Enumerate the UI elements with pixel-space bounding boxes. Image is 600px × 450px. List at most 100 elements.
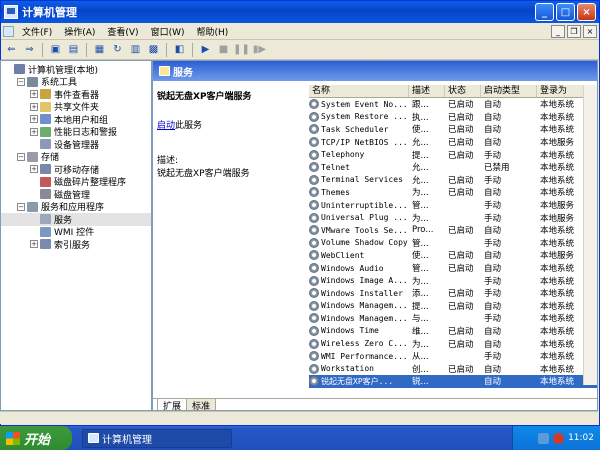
tree-node-icon bbox=[40, 239, 51, 250]
service-row[interactable]: Workstation 创... 已启动 自动 本地系统 bbox=[309, 362, 597, 375]
menu-help[interactable]: 帮助(H) bbox=[191, 25, 235, 38]
expand-toggle-icon[interactable]: − bbox=[17, 77, 25, 86]
tree-node[interactable]: 服务 bbox=[1, 213, 151, 226]
expand-toggle-icon[interactable]: + bbox=[30, 240, 38, 249]
taskbar-item-computer-management[interactable]: 计算机管理 bbox=[82, 428, 232, 448]
service-row[interactable]: TCP/IP NetBIOS ... 允... 已启动 自动 本地服务 bbox=[309, 136, 597, 149]
service-row[interactable]: Volume Shadow Copy 管... 手动 本地系统 bbox=[309, 237, 597, 250]
service-description: 使... bbox=[412, 251, 429, 262]
column-startup-type[interactable]: 启动类型 bbox=[481, 85, 537, 97]
help-icon[interactable]: ▩ bbox=[146, 43, 161, 57]
service-row[interactable]: Windows Installer 添... 已启动 手动 本地系统 bbox=[309, 287, 597, 300]
export-icon[interactable]: ▥ bbox=[128, 43, 143, 57]
tree-node[interactable]: − 服务和应用程序 bbox=[1, 201, 151, 213]
stop-service-icon[interactable]: ■ bbox=[216, 43, 231, 57]
service-name-cell: Uninterruptible... bbox=[309, 200, 409, 211]
properties-icon[interactable]: ▦ bbox=[92, 43, 107, 57]
service-row[interactable]: 锐起无盘XP客户... 锐... 自动 本地系统 bbox=[309, 375, 597, 388]
help-topics-icon[interactable]: ◧ bbox=[172, 43, 187, 57]
service-logon: 本地系统 bbox=[540, 352, 575, 363]
tree-node[interactable]: 计算机管理(本地) bbox=[1, 63, 151, 76]
title-bar[interactable]: 计算机管理 _ □ × bbox=[1, 1, 599, 23]
start-service-link[interactable]: 启动 bbox=[157, 121, 175, 131]
service-row[interactable]: Telephony 提... 已启动 手动 本地系统 bbox=[309, 148, 597, 161]
tree-node[interactable]: 磁盘碎片整理程序 bbox=[1, 176, 151, 188]
mdi-close-button[interactable]: × bbox=[583, 24, 597, 38]
tree-node[interactable]: + 索引服务 bbox=[1, 238, 151, 251]
service-row[interactable]: Task Scheduler 使... 已启动 自动 本地系统 bbox=[309, 123, 597, 136]
service-row[interactable]: Windows Managem... 提... 已启动 自动 本地系统 bbox=[309, 300, 597, 313]
expand-toggle-icon[interactable]: − bbox=[17, 202, 25, 211]
tree-node[interactable]: 设备管理器 bbox=[1, 138, 151, 151]
pause-service-icon[interactable]: ❚❚ bbox=[233, 43, 250, 57]
service-row[interactable]: System Event No... 跟... 已启动 自动 本地系统 bbox=[309, 98, 597, 111]
tab-extended[interactable]: 扩展 bbox=[157, 399, 188, 410]
mdi-controls: _ ❐ × bbox=[551, 24, 599, 38]
service-row[interactable]: Telnet 允... 已禁用 本地系统 bbox=[309, 161, 597, 174]
service-row[interactable]: Uninterruptible... 管... 手动 本地服务 bbox=[309, 199, 597, 212]
service-name-cell: Task Scheduler bbox=[309, 124, 409, 135]
tree-node[interactable]: − 系统工具 bbox=[1, 76, 151, 88]
toolbar-separator bbox=[192, 42, 193, 57]
show-tree-icon[interactable]: ▤ bbox=[66, 43, 81, 57]
console-tree: 计算机管理(本地) − 系统工具 + 事件查看器 + 共享文件夹 + 本地用户和组 + 性能日志和警… bbox=[0, 60, 152, 411]
service-row[interactable]: Terminal Services 允... 已启动 手动 本地系统 bbox=[309, 174, 597, 187]
tree-node[interactable]: − 存储 bbox=[1, 151, 151, 163]
column-status[interactable]: 状态 bbox=[445, 85, 481, 97]
column-description[interactable]: 描述 bbox=[409, 85, 445, 97]
refresh-icon[interactable]: ↻ bbox=[110, 43, 125, 57]
service-row[interactable]: VMware Tools Se... Pro... 已启动 自动 本地系统 bbox=[309, 224, 597, 237]
tree-node-icon bbox=[40, 226, 51, 237]
service-row[interactable]: Windows Time 维... 已启动 自动 本地系统 bbox=[309, 325, 597, 338]
service-row[interactable]: Themes 为... 已启动 自动 本地系统 bbox=[309, 186, 597, 199]
tree-node[interactable]: 磁盘管理 bbox=[1, 188, 151, 201]
expand-toggle-icon[interactable]: + bbox=[30, 102, 38, 111]
maximize-button[interactable]: □ bbox=[556, 3, 575, 21]
menu-file[interactable]: 文件(F) bbox=[16, 25, 58, 38]
vertical-scrollbar[interactable] bbox=[583, 85, 597, 385]
expand-toggle-icon[interactable]: + bbox=[30, 90, 38, 99]
tree-node[interactable]: + 本地用户和组 bbox=[1, 113, 151, 126]
menu-view[interactable]: 查看(V) bbox=[101, 25, 144, 38]
expand-toggle-icon[interactable]: − bbox=[17, 152, 25, 161]
tab-standard[interactable]: 标准 bbox=[186, 399, 217, 410]
tree-node[interactable]: + 可移动存储 bbox=[1, 163, 151, 176]
service-row[interactable]: Windows Managem... 与... 手动 本地系统 bbox=[309, 312, 597, 325]
service-status: 已启动 bbox=[448, 125, 474, 136]
security-alert-icon[interactable] bbox=[553, 432, 565, 444]
tree-node[interactable]: + 性能日志和警报 bbox=[1, 126, 151, 138]
start-button[interactable]: 开始 bbox=[0, 426, 72, 450]
mdi-restore-button[interactable]: ❐ bbox=[567, 24, 581, 38]
expand-toggle-icon[interactable]: + bbox=[30, 115, 38, 124]
tree-node[interactable]: + 共享文件夹 bbox=[1, 101, 151, 113]
tree-node-icon bbox=[40, 214, 51, 225]
start-service-icon[interactable]: ▶ bbox=[198, 43, 213, 57]
tree-node[interactable]: + 事件查看器 bbox=[1, 88, 151, 101]
expand-toggle-icon[interactable]: + bbox=[30, 165, 38, 174]
column-name[interactable]: 名称 bbox=[309, 85, 409, 97]
column-logon-as[interactable]: 登录为 bbox=[537, 85, 587, 97]
service-row[interactable]: Wireless Zero C... 为... 已启动 自动 本地系统 bbox=[309, 337, 597, 350]
service-name: Windows Time bbox=[321, 326, 379, 336]
menu-app-icon[interactable] bbox=[3, 25, 14, 37]
mdi-minimize-button[interactable]: _ bbox=[551, 24, 565, 38]
service-row[interactable]: System Restore ... 执... 已启动 自动 本地系统 bbox=[309, 111, 597, 124]
service-row[interactable]: WebClient 使... 已启动 自动 本地服务 bbox=[309, 249, 597, 262]
network-icon[interactable] bbox=[538, 432, 550, 444]
minimize-button[interactable]: _ bbox=[535, 3, 554, 21]
menu-window[interactable]: 窗口(W) bbox=[145, 25, 191, 38]
service-description: 允... bbox=[412, 163, 429, 174]
service-row[interactable]: WMI Performance... 从... 手动 本地系统 bbox=[309, 350, 597, 363]
service-row[interactable]: Windows Audio 管... 已启动 自动 本地系统 bbox=[309, 262, 597, 275]
forward-arrow-icon[interactable]: ⇒ bbox=[22, 43, 37, 57]
service-row[interactable]: Windows Image A... 为... 手动 本地系统 bbox=[309, 274, 597, 287]
restart-service-icon[interactable]: ▮▶ bbox=[252, 43, 267, 57]
up-folder-icon[interactable]: ▣ bbox=[48, 43, 63, 57]
close-button[interactable]: × bbox=[577, 3, 596, 21]
back-arrow-icon[interactable]: ⇐ bbox=[4, 43, 19, 57]
service-row[interactable]: Universal Plug ... 为... 手动 本地服务 bbox=[309, 211, 597, 224]
expand-toggle-icon[interactable]: + bbox=[30, 127, 38, 136]
menu-action[interactable]: 操作(A) bbox=[58, 25, 101, 38]
service-description: 创... bbox=[412, 364, 429, 375]
tree-node[interactable]: WMI 控件 bbox=[1, 226, 151, 238]
